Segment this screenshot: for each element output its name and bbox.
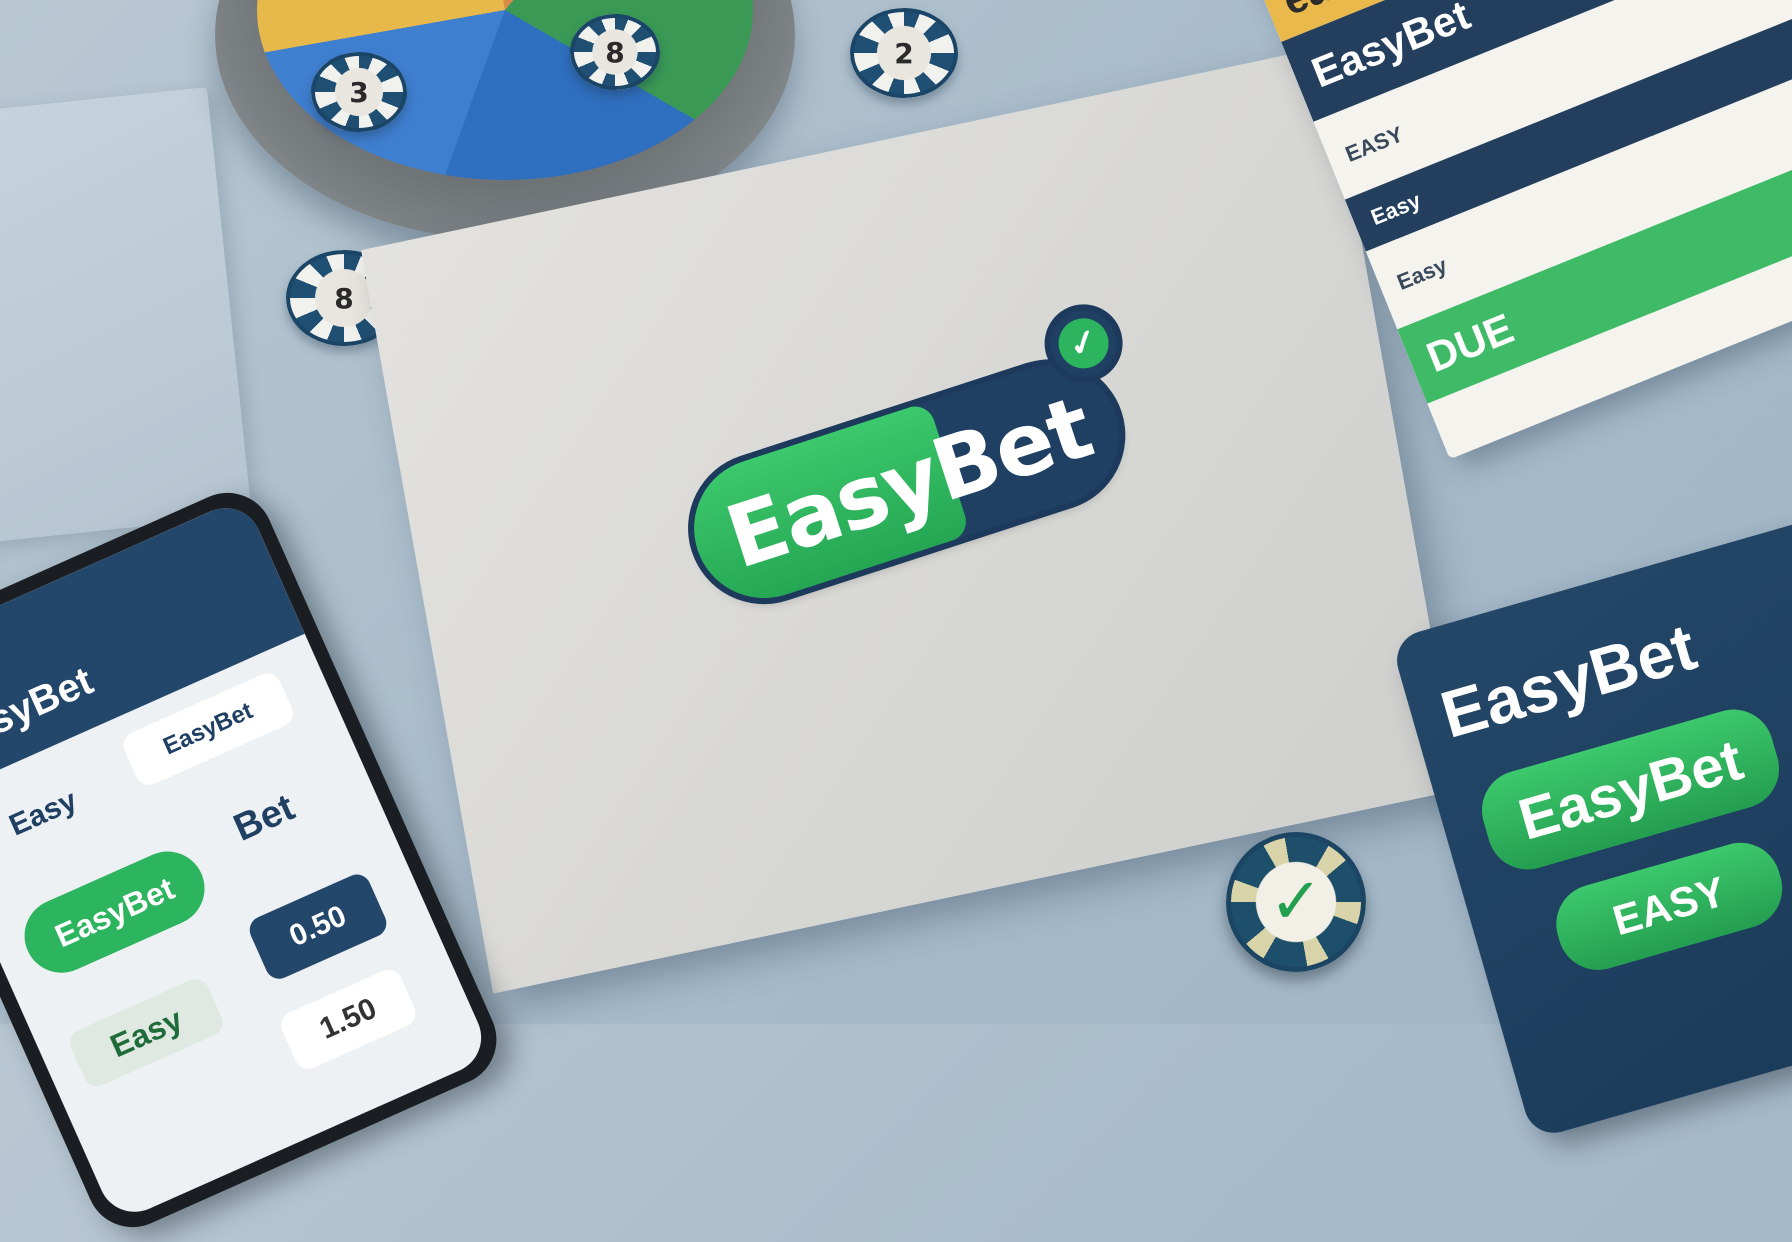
- phone-menu-item[interactable]: Bet: [196, 764, 332, 871]
- background-paper-sheet: [0, 87, 252, 543]
- check-icon: ✓: [1052, 311, 1116, 375]
- phone-screen: EasyBet EasyBet Easy Bet EasyBet 0.50 Ea…: [0, 496, 493, 1224]
- phone-menu-item[interactable]: Easy: [65, 974, 228, 1091]
- phone-logo-button[interactable]: EasyBet: [12, 839, 217, 985]
- promo-card: EasyBet EasyBet EASY: [1390, 507, 1792, 1140]
- check-icon: ✓: [1269, 865, 1323, 939]
- poker-chip: 8: [570, 14, 660, 90]
- poker-chip: 2: [850, 8, 958, 98]
- check-chip: ✓: [1226, 832, 1366, 972]
- phone-odds-button[interactable]: 1.50: [276, 965, 420, 1074]
- phone-menu-item[interactable]: Easy: [0, 760, 119, 868]
- phone-odds-button[interactable]: 0.50: [245, 870, 391, 984]
- poker-chip: 3: [311, 52, 407, 132]
- promo-bottom-pill: EASY: [1546, 833, 1792, 980]
- phone-app-title: EasyBet: [0, 658, 100, 764]
